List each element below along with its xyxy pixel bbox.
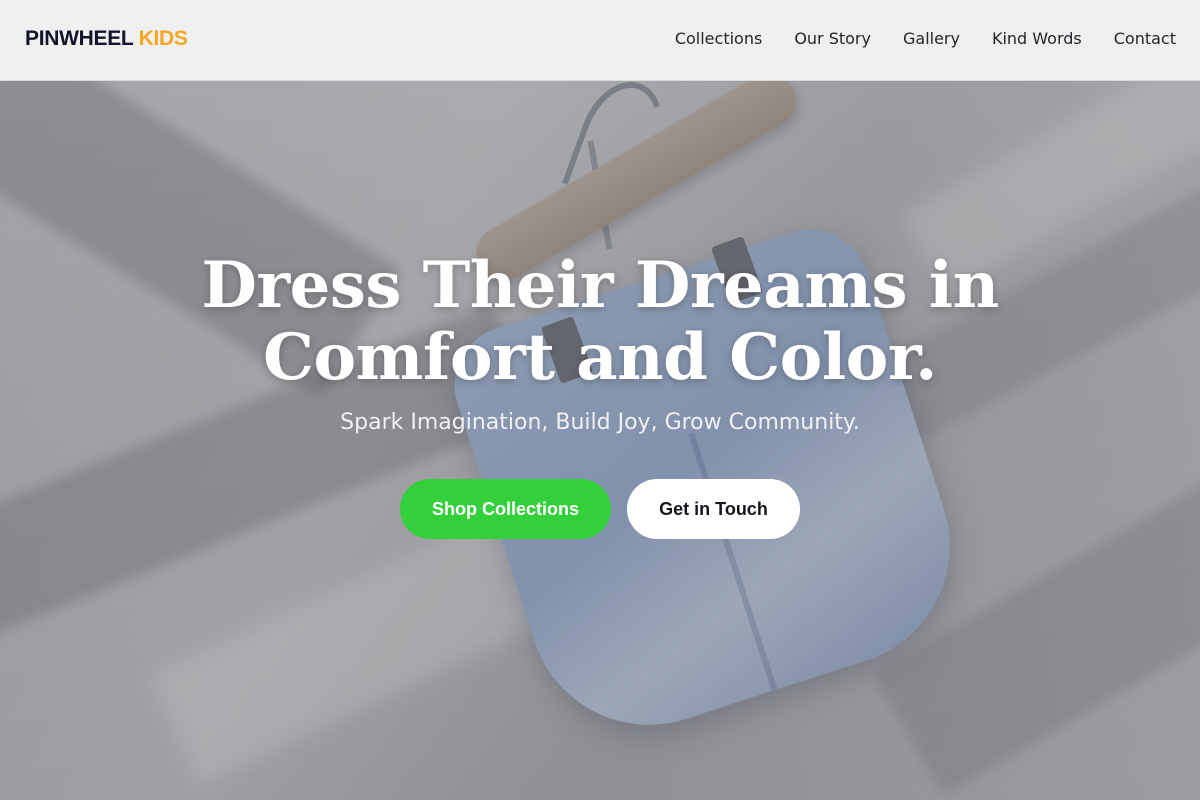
navbar: PINWHEEL KIDS Collections Our Story Gall…	[0, 0, 1200, 81]
hero-headline: Dress Their Dreams in Comfort and Color.	[0, 250, 1200, 394]
main-nav: Collections Our Story Gallery Kind Words…	[675, 29, 1176, 48]
nav-link-gallery[interactable]: Gallery	[903, 29, 960, 48]
headline-line-2: Comfort and Color.	[263, 320, 937, 395]
brand-name: PINWHEEL	[25, 27, 134, 50]
headline-line-1: Dress Their Dreams in	[201, 248, 999, 323]
nav-link-contact[interactable]: Contact	[1114, 29, 1176, 48]
nav-link-our-story[interactable]: Our Story	[794, 29, 871, 48]
nav-link-collections[interactable]: Collections	[675, 29, 762, 48]
hero-content: Dress Their Dreams in Comfort and Color.…	[0, 250, 1200, 539]
hero-subheadline: Spark Imagination, Build Joy, Grow Commu…	[340, 410, 860, 435]
shop-collections-button[interactable]: Shop Collections	[400, 479, 611, 539]
get-in-touch-button[interactable]: Get in Touch	[627, 479, 800, 539]
brand-accent: KIDS	[138, 27, 188, 50]
cta-row: Shop Collections Get in Touch	[0, 479, 1200, 539]
nav-link-kind-words[interactable]: Kind Words	[992, 29, 1082, 48]
brand-logo[interactable]: PINWHEEL KIDS	[25, 27, 188, 51]
